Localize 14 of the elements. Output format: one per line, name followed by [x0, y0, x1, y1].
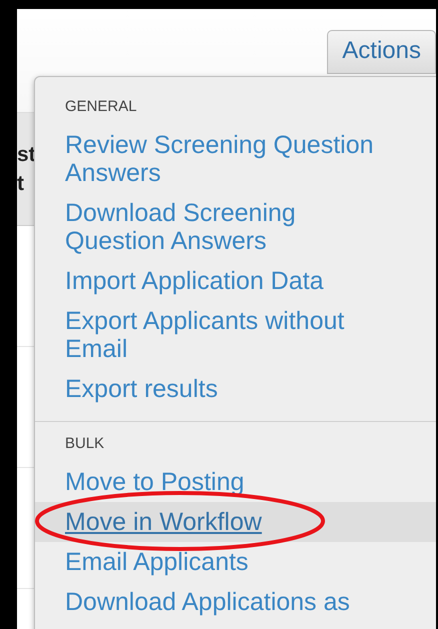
menu-item[interactable]: Export results — [35, 369, 436, 409]
column-heading: t — [17, 171, 25, 197]
menu-item[interactable]: Import Application Data — [35, 261, 436, 301]
menu-item[interactable]: Email Applicants — [35, 542, 436, 582]
menu-item[interactable]: Move to Posting — [35, 462, 436, 502]
menu-item[interactable]: Download Applications as — [35, 582, 436, 622]
actions-button[interactable]: Actions — [327, 30, 436, 74]
menu-item[interactable]: Export Applicants without Email — [35, 301, 436, 369]
menu-item[interactable]: Move in Workflow — [35, 502, 436, 542]
column-heading: st — [17, 142, 35, 168]
menu-item[interactable]: Download Screening Question Answers — [35, 193, 436, 261]
menu-item[interactable]: Review Screening Question Answers — [35, 125, 436, 193]
section-heading: BULK — [64, 434, 104, 454]
section-heading: GENERAL — [64, 97, 137, 117]
